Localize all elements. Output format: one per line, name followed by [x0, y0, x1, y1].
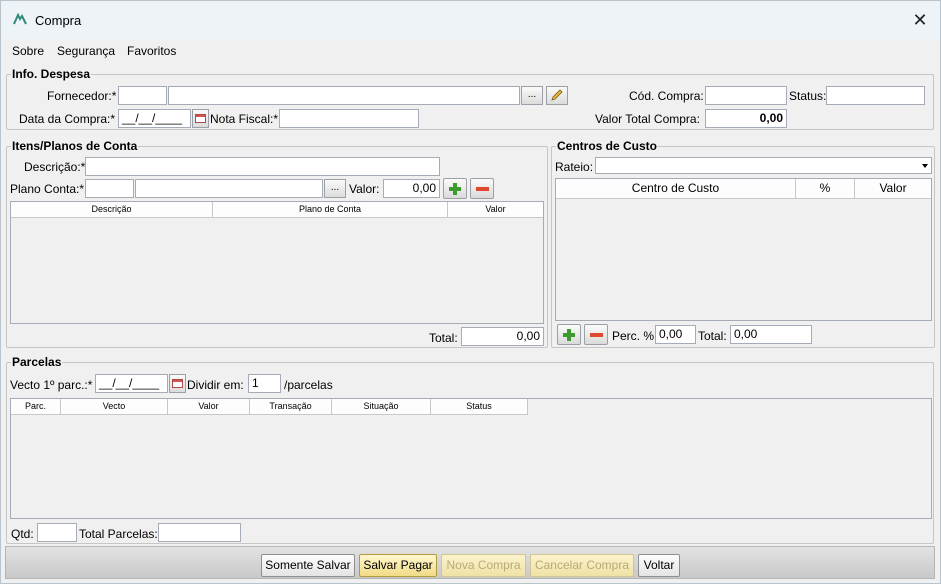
rateio-select[interactable] [595, 157, 932, 174]
centros-grid[interactable]: Centro de Custo % Valor [555, 178, 932, 321]
qtd-input [37, 523, 77, 542]
remove-centro-button[interactable] [584, 324, 608, 345]
close-icon[interactable]: ✕ [907, 7, 933, 33]
col-descricao[interactable]: Descrição [11, 202, 213, 218]
cancelar-compra-button[interactable]: Cancelar Compra [530, 554, 634, 577]
dividir-label: Dividir em: [187, 378, 244, 392]
salvar-pagar-button[interactable]: Salvar Pagar [359, 554, 437, 577]
centros-group: Centros de Custo Rateio: Centro de Custo… [551, 139, 935, 348]
voltar-button[interactable]: Voltar [638, 554, 680, 577]
vecto-label: Vecto 1º parc.:* [10, 378, 93, 392]
col-situacao[interactable]: Situação [332, 399, 431, 415]
parcelas-grid-header: Parc. Vecto Valor Transação Situação Sta… [11, 399, 528, 415]
centros-total-label: Total: [698, 329, 727, 343]
menu-bar: Sobre Segurança Favoritos [1, 40, 940, 62]
somente-salvar-button[interactable]: Somente Salvar [261, 554, 355, 577]
nota-fiscal-label: Nota Fiscal:* [210, 112, 279, 126]
info-despesa-title: Info. Despesa [11, 67, 92, 81]
add-item-button[interactable] [443, 178, 467, 199]
descricao-label: Descrição:* [24, 160, 86, 174]
col-transacao[interactable]: Transação [250, 399, 332, 415]
data-compra-input[interactable]: __/__/____ [118, 109, 191, 128]
status-label: Status: [789, 89, 827, 103]
parcelas-group: Parcelas Vecto 1º parc.:* __/__/____ Div… [6, 355, 934, 544]
col-centro-de-custo[interactable]: Centro de Custo [556, 179, 796, 199]
itens-title: Itens/Planos de Conta [11, 139, 139, 153]
status-input[interactable] [826, 86, 925, 105]
col-percent[interactable]: % [796, 179, 855, 199]
qtd-label: Qtd: [11, 527, 34, 541]
cod-compra-input[interactable] [705, 86, 787, 105]
vecto-calendar-button[interactable] [169, 374, 186, 393]
menu-favoritos[interactable]: Favoritos [127, 44, 176, 58]
add-centro-button[interactable] [557, 324, 581, 345]
fornecedor-label: Fornecedor:* [47, 89, 117, 103]
itens-grid[interactable]: Descrição Plano de Conta Valor [10, 201, 544, 324]
parcelas-title: Parcelas [11, 355, 63, 369]
dividir-input[interactable]: 1 [248, 374, 281, 393]
valor-total-label: Valor Total Compra: [595, 112, 700, 126]
perc-label: Perc. %: [612, 329, 658, 343]
minus-icon [590, 333, 603, 337]
title-bar: Compra ✕ [1, 1, 940, 39]
col-parc[interactable]: Parc. [11, 399, 61, 415]
calendar-icon [195, 114, 206, 123]
menu-sobre[interactable]: Sobre [12, 44, 44, 58]
itens-total-label: Total: [429, 331, 458, 345]
data-compra-label: Data da Compra:* [19, 112, 116, 126]
rateio-label: Rateio: [555, 160, 594, 174]
centros-total-input: 0,00 [730, 325, 812, 344]
col-plano-de-conta[interactable]: Plano de Conta [213, 202, 448, 218]
action-bar: Somente Salvar Salvar Pagar Nova Compra … [5, 546, 935, 579]
total-parcelas-input [158, 523, 241, 542]
parcelas-suffix: /parcelas [284, 378, 333, 392]
descricao-input[interactable] [85, 157, 440, 176]
pencil-icon [551, 89, 563, 101]
nota-fiscal-input[interactable] [279, 109, 419, 128]
compra-window: Compra ✕ Sobre Segurança Favoritos Info.… [0, 0, 941, 584]
menu-seguranca[interactable]: Segurança [57, 44, 115, 58]
calendar-icon [172, 379, 183, 388]
itens-group: Itens/Planos de Conta Descrição:* Plano … [6, 139, 548, 348]
plano-conta-browse-button[interactable]: ... [324, 179, 346, 198]
plano-conta-name-input[interactable] [135, 179, 323, 198]
col-valor-parc[interactable]: Valor [168, 399, 250, 415]
app-logo-icon [13, 13, 27, 25]
col-status[interactable]: Status [431, 399, 528, 415]
cod-compra-label: Cód. Compra: [629, 89, 704, 103]
parcelas-grid[interactable]: Parc. Vecto Valor Transação Situação Sta… [10, 398, 932, 519]
perc-input[interactable]: 0,00 [655, 325, 696, 344]
fornecedor-browse-button[interactable]: ... [521, 86, 543, 105]
minus-icon [476, 187, 489, 191]
valor-label: Valor: [349, 182, 380, 196]
info-despesa-group: Info. Despesa Fornecedor:* ... Cód. Comp… [6, 67, 934, 130]
plano-conta-code-input[interactable] [85, 179, 134, 198]
valor-total-input: 0,00 [705, 109, 787, 128]
itens-total-input: 0,00 [461, 327, 544, 346]
col-valor[interactable]: Valor [448, 202, 543, 218]
centros-title: Centros de Custo [556, 139, 659, 153]
data-compra-calendar-button[interactable] [192, 109, 209, 128]
fornecedor-name-input[interactable] [168, 86, 520, 105]
nova-compra-button[interactable]: Nova Compra [441, 554, 526, 577]
col-valor-cc[interactable]: Valor [855, 179, 931, 199]
remove-item-button[interactable] [470, 178, 494, 199]
col-vecto[interactable]: Vecto [61, 399, 168, 415]
vecto-input[interactable]: __/__/____ [95, 374, 168, 393]
itens-grid-header: Descrição Plano de Conta Valor [11, 202, 543, 218]
plano-conta-label: Plano Conta:* [10, 182, 85, 196]
total-parcelas-label: Total Parcelas: [79, 527, 158, 541]
centros-grid-header: Centro de Custo % Valor [556, 179, 931, 199]
fornecedor-code-input[interactable] [118, 86, 167, 105]
valor-input[interactable]: 0,00 [383, 179, 440, 198]
fornecedor-edit-button[interactable] [546, 86, 568, 105]
window-title: Compra [35, 13, 82, 28]
chevron-down-icon [922, 164, 928, 168]
